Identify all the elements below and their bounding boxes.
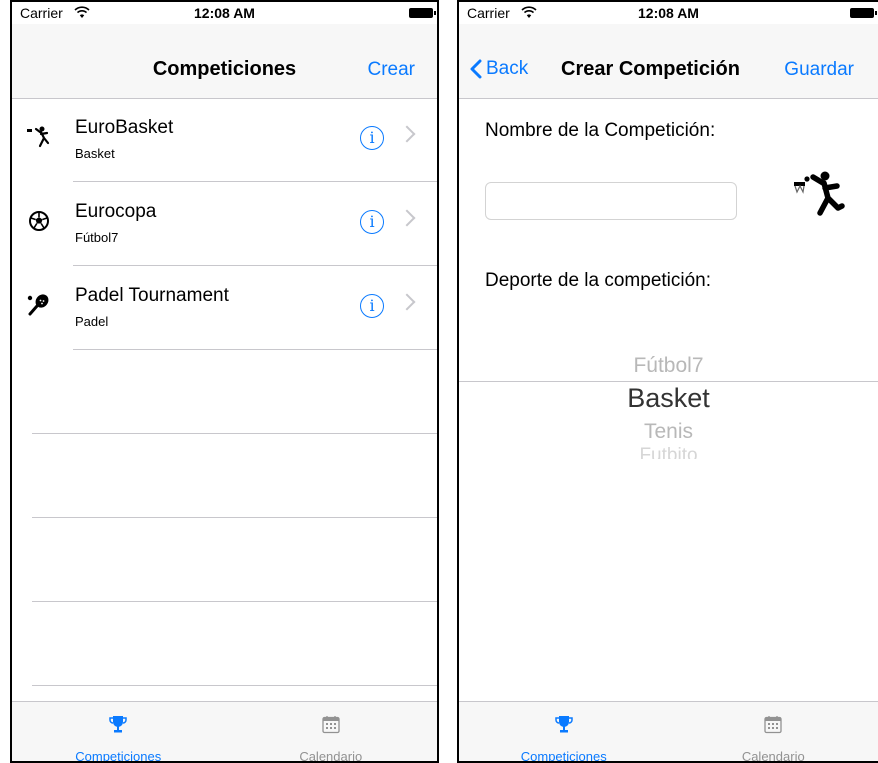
picker-selection-line xyxy=(459,381,878,382)
tab-calendario[interactable]: Calendario xyxy=(225,702,438,761)
back-label: Back xyxy=(486,58,529,79)
basketball-player-icon xyxy=(794,171,845,216)
picker-option[interactable]: Tenis xyxy=(459,420,878,444)
list-item[interactable]: Eurocopa Fútbol7 i xyxy=(29,182,437,266)
tab-bar: Competiciones Calendario xyxy=(459,701,878,761)
tab-label: Calendario xyxy=(741,749,805,763)
tab-label: Competiciones xyxy=(520,749,607,763)
status-time: 12:08 AM xyxy=(194,5,255,21)
padel-racket-icon xyxy=(27,294,49,316)
competition-name-input[interactable] xyxy=(485,182,737,220)
trophy-icon xyxy=(555,716,573,733)
tab-competiciones[interactable]: Competiciones xyxy=(12,702,225,761)
battery-icon xyxy=(409,8,436,18)
back-button[interactable]: Back xyxy=(469,58,528,80)
tab-competiciones[interactable]: Competiciones xyxy=(459,702,669,761)
chevron-right-icon xyxy=(398,293,416,311)
basketball-player-icon xyxy=(27,126,50,148)
status-bar: Carrier 12:08 AM xyxy=(12,2,437,24)
create-competition-screen: Carrier 12:08 AM Back Crear Competición … xyxy=(457,0,878,763)
picker-option-selected[interactable]: Basket xyxy=(459,383,878,414)
name-label: Nombre de la Competición: xyxy=(485,120,716,141)
tab-label: Competiciones xyxy=(75,749,162,763)
item-title: Eurocopa xyxy=(75,201,157,222)
navigation-bar: Competiciones Crear xyxy=(12,24,437,99)
create-button[interactable]: Crear xyxy=(367,59,415,81)
sport-label: Deporte de la competición: xyxy=(485,270,712,291)
status-bar: Carrier 12:08 AM xyxy=(459,2,878,24)
competitions-screen: Carrier 12:08 AM Competiciones Crear Eur… xyxy=(10,0,439,763)
trophy-icon xyxy=(109,716,127,733)
chevron-right-icon xyxy=(398,209,416,227)
page-title: Crear Competición xyxy=(561,58,740,80)
picker-clip: Futbito xyxy=(459,447,878,459)
competitions-list: EuroBasket Basket i Eurocopa Fútbol7 i P… xyxy=(12,98,437,350)
tab-calendario[interactable]: Calendario xyxy=(669,702,878,761)
navigation-bar: Back Crear Competición Guardar xyxy=(459,24,878,99)
picker-option[interactable]: Fútbol7 xyxy=(459,354,878,378)
tab-bar: Competiciones Calendario xyxy=(12,701,437,761)
save-button[interactable]: Guardar xyxy=(784,59,854,81)
picker-option[interactable]: Futbito xyxy=(459,447,878,459)
item-subtitle: Basket xyxy=(75,146,115,161)
calendar-icon xyxy=(764,716,782,734)
chevron-right-icon xyxy=(398,125,416,143)
item-title: Padel Tournament xyxy=(75,285,229,306)
item-subtitle: Fútbol7 xyxy=(75,230,119,245)
info-icon[interactable]: i xyxy=(360,126,384,150)
battery-icon xyxy=(850,8,877,18)
soccer-ball-icon xyxy=(29,211,49,231)
calendar-icon xyxy=(322,716,340,734)
empty-row-separator xyxy=(32,601,437,602)
list-item[interactable]: Padel Tournament Padel i xyxy=(27,266,437,350)
list-item[interactable]: EuroBasket Basket i xyxy=(27,98,437,182)
empty-row-separator xyxy=(32,517,437,518)
status-time: 12:08 AM xyxy=(638,5,699,21)
item-subtitle: Padel xyxy=(75,314,109,329)
tab-label: Calendario xyxy=(299,749,363,763)
chevron-left-icon xyxy=(470,59,482,79)
info-icon[interactable]: i xyxy=(360,210,384,234)
empty-row-separator xyxy=(32,685,437,686)
empty-row-separator xyxy=(32,433,437,434)
info-icon[interactable]: i xyxy=(360,294,384,318)
item-title: EuroBasket xyxy=(75,117,174,138)
